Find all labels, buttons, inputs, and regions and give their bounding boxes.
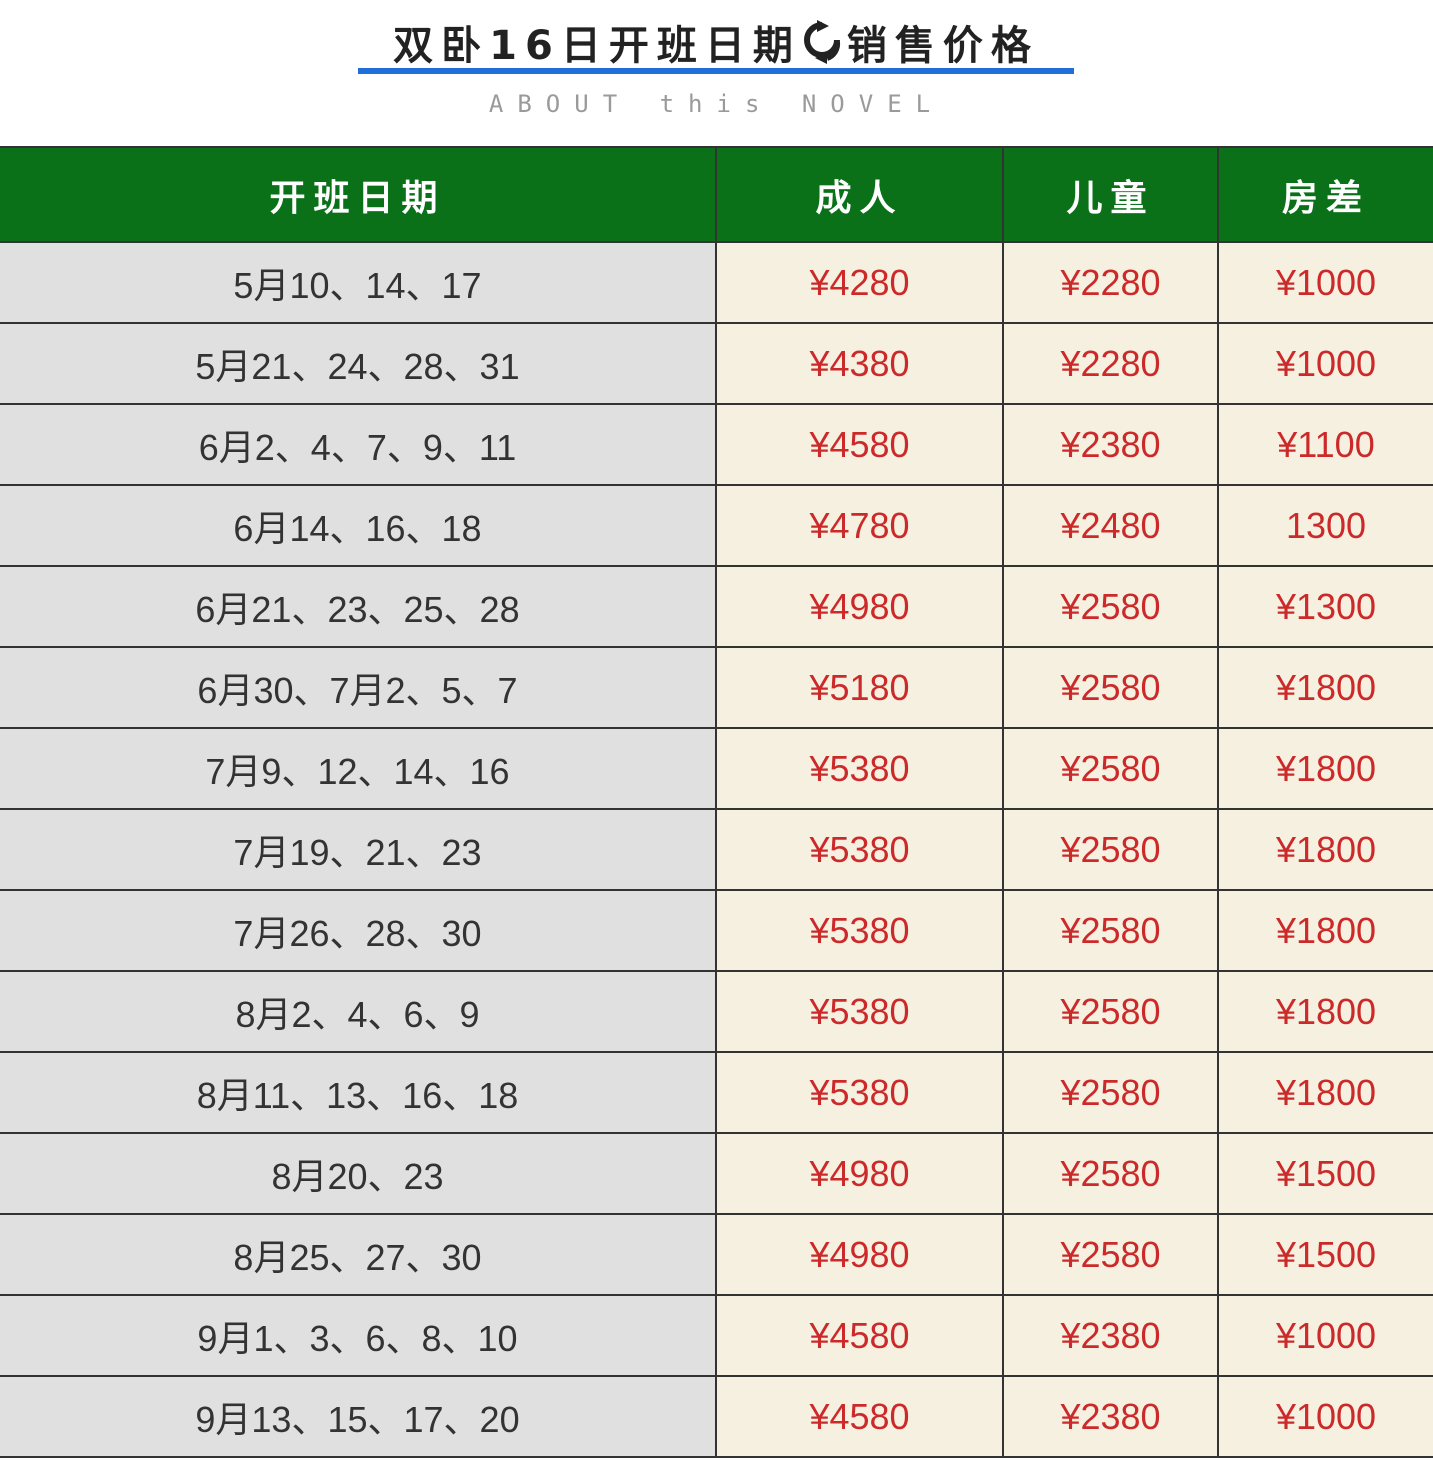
room-supplement-cell: ¥1800 (1217, 647, 1433, 729)
table-row: 6月21、23、25、28 ¥4980 ¥2580 ¥1300 (0, 566, 1433, 648)
table-row: 8月2、4、6、9 ¥5380 ¥2580 ¥1800 (0, 971, 1433, 1053)
title-underline (358, 68, 1074, 74)
room-supplement-cell: ¥1800 (1217, 971, 1433, 1053)
child-price-cell: ¥2380 (1002, 1376, 1218, 1458)
child-price-cell: ¥2280 (1002, 323, 1218, 405)
adult-price-cell: ¥5380 (715, 728, 1003, 810)
table-row: 8月20、23 ¥4980 ¥2580 ¥1500 (0, 1133, 1433, 1215)
room-supplement-cell: ¥1000 (1217, 323, 1433, 405)
date-cell: 9月13、15、17、20 (0, 1376, 716, 1458)
room-supplement-cell: 1300 (1217, 485, 1433, 567)
adult-price-cell: ¥5380 (715, 890, 1003, 972)
table-header-row: 开班日期 成人 儿童 房差 (0, 146, 1433, 243)
page-title-left: 双卧16日开班日期 (393, 23, 801, 69)
table-row: 7月9、12、14、16 ¥5380 ¥2580 ¥1800 (0, 728, 1433, 810)
table-row: 9月1、3、6、8、10 ¥4580 ¥2380 ¥1000 (0, 1295, 1433, 1377)
adult-price-cell: ¥5380 (715, 971, 1003, 1053)
child-price-cell: ¥2580 (1002, 1214, 1218, 1296)
room-supplement-cell: ¥1800 (1217, 890, 1433, 972)
room-supplement-cell: ¥1800 (1217, 728, 1433, 810)
adult-price-cell: ¥4580 (715, 1295, 1003, 1377)
table-row: 6月14、16、18 ¥4780 ¥2480 1300 (0, 485, 1433, 567)
table-row: 8月11、13、16、18 ¥5380 ¥2580 ¥1800 (0, 1052, 1433, 1134)
child-price-cell: ¥2380 (1002, 1295, 1218, 1377)
date-cell: 9月1、3、6、8、10 (0, 1295, 716, 1377)
date-cell: 7月26、28、30 (0, 890, 716, 972)
table-row: 5月10、14、17 ¥4280 ¥2280 ¥1000 (0, 242, 1433, 324)
column-header-date: 开班日期 (0, 146, 716, 243)
table-row: 5月21、24、28、31 ¥4380 ¥2280 ¥1000 (0, 323, 1433, 405)
child-price-cell: ¥2380 (1002, 404, 1218, 486)
child-price-cell: ¥2580 (1002, 728, 1218, 810)
child-price-cell: ¥2580 (1002, 566, 1218, 648)
room-supplement-cell: ¥1100 (1217, 404, 1433, 486)
table-row: 6月30、7月2、5、7 ¥5180 ¥2580 ¥1800 (0, 647, 1433, 729)
page-header: 双卧16日开班日期 销售价格 ABOUT this NOVEL (0, 0, 1433, 146)
table-row: 6月2、4、7、9、11 ¥4580 ¥2380 ¥1100 (0, 404, 1433, 486)
date-cell: 7月9、12、14、16 (0, 728, 716, 810)
table-body: 5月10、14、17 ¥4280 ¥2280 ¥1000 5月21、24、28、31 ¥4… (0, 242, 1433, 1458)
child-price-cell: ¥2580 (1002, 890, 1218, 972)
room-supplement-cell: ¥1300 (1217, 566, 1433, 648)
date-cell: 8月20、23 (0, 1133, 716, 1215)
date-cell: 6月14、16、18 (0, 485, 716, 567)
child-price-cell: ¥2580 (1002, 647, 1218, 729)
room-supplement-cell: ¥1000 (1217, 242, 1433, 324)
adult-price-cell: ¥4580 (715, 1376, 1003, 1458)
table-row: 7月26、28、30 ¥5380 ¥2580 ¥1800 (0, 890, 1433, 972)
date-cell: 6月2、4、7、9、11 (0, 404, 716, 486)
table-row: 8月25、27、30 ¥4980 ¥2580 ¥1500 (0, 1214, 1433, 1296)
adult-price-cell: ¥4280 (715, 242, 1003, 324)
adult-price-cell: ¥4380 (715, 323, 1003, 405)
adult-price-cell: ¥5380 (715, 1052, 1003, 1134)
page-title: 双卧16日开班日期 销售价格 (358, 14, 1074, 70)
date-cell: 8月25、27、30 (0, 1214, 716, 1296)
child-price-cell: ¥2580 (1002, 809, 1218, 891)
room-supplement-cell: ¥1000 (1217, 1376, 1433, 1458)
room-supplement-cell: ¥1800 (1217, 809, 1433, 891)
date-cell: 6月30、7月2、5、7 (0, 647, 716, 729)
adult-price-cell: ¥4580 (715, 404, 1003, 486)
room-supplement-cell: ¥1000 (1217, 1295, 1433, 1377)
adult-price-cell: ¥5380 (715, 809, 1003, 891)
room-supplement-cell: ¥1800 (1217, 1052, 1433, 1134)
adult-price-cell: ¥5180 (715, 647, 1003, 729)
date-cell: 5月10、14、17 (0, 242, 716, 324)
room-supplement-cell: ¥1500 (1217, 1133, 1433, 1215)
date-cell: 6月21、23、25、28 (0, 566, 716, 648)
child-price-cell: ¥2580 (1002, 971, 1218, 1053)
child-price-cell: ¥2580 (1002, 1133, 1218, 1215)
date-cell: 8月2、4、6、9 (0, 971, 716, 1053)
column-header-room-supplement: 房差 (1217, 146, 1433, 243)
page-subtitle: ABOUT this NOVEL (488, 90, 945, 118)
page-title-right: 销售价格 (846, 23, 1039, 69)
column-header-adult: 成人 (715, 146, 1003, 243)
child-price-cell: ¥2480 (1002, 485, 1218, 567)
adult-price-cell: ¥4780 (715, 485, 1003, 567)
price-table: 开班日期 成人 儿童 房差 5月10、14、17 ¥4280 ¥2280 ¥1000 5… (0, 146, 1433, 1458)
date-cell: 7月19、21、23 (0, 809, 716, 891)
adult-price-cell: ¥4980 (715, 1133, 1003, 1215)
refresh-icon (803, 20, 841, 64)
table-row: 7月19、21、23 ¥5380 ¥2580 ¥1800 (0, 809, 1433, 891)
column-header-child: 儿童 (1002, 146, 1218, 243)
adult-price-cell: ¥4980 (715, 1214, 1003, 1296)
room-supplement-cell: ¥1500 (1217, 1214, 1433, 1296)
child-price-cell: ¥2280 (1002, 242, 1218, 324)
date-cell: 5月21、24、28、31 (0, 323, 716, 405)
child-price-cell: ¥2580 (1002, 1052, 1218, 1134)
adult-price-cell: ¥4980 (715, 566, 1003, 648)
table-row: 9月13、15、17、20 ¥4580 ¥2380 ¥1000 (0, 1376, 1433, 1458)
date-cell: 8月11、13、16、18 (0, 1052, 716, 1134)
